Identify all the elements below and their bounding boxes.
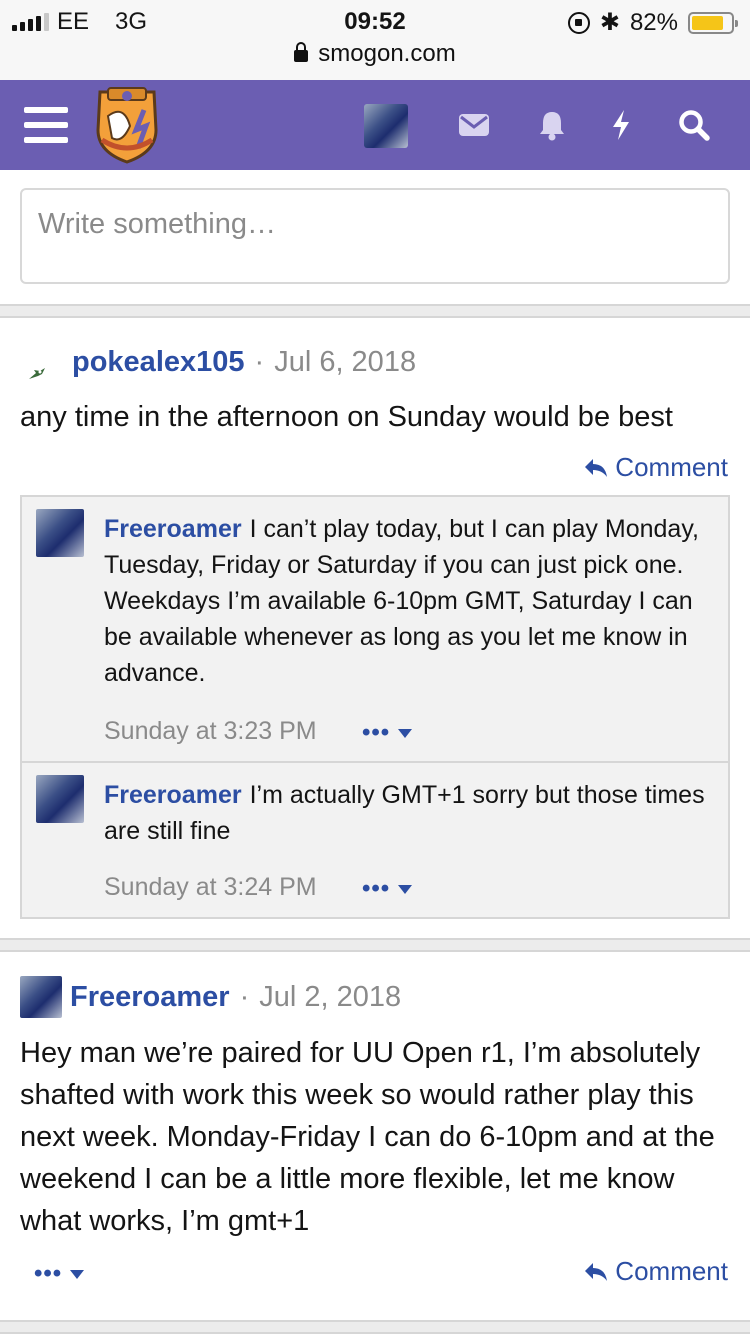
comment-avatar[interactable]: [36, 775, 84, 823]
post-header: pokealex105 · Jul 6, 2018: [20, 346, 416, 379]
top-nav: [0, 80, 750, 170]
reply-icon: [585, 458, 608, 477]
chevron-down-icon: [398, 884, 413, 894]
comment-text: Freeroamer I’m actually GMT+1 sorry but t…: [104, 777, 716, 849]
battery-icon: [688, 11, 738, 34]
bell-icon[interactable]: [536, 102, 568, 148]
more-dots-icon: •••: [362, 719, 391, 746]
comment-label: Comment: [615, 1256, 728, 1286]
more-dots-icon: •••: [362, 875, 391, 902]
comment-time[interactable]: Sunday at 3:24 PM: [104, 873, 317, 902]
comment-avatar[interactable]: [36, 509, 84, 557]
more-options-button[interactable]: •••: [34, 1260, 85, 1288]
chevron-down-icon: [398, 728, 413, 738]
comment-list: Freeroamer I can’t play today, but I can …: [20, 495, 730, 919]
post-body: any time in the afternoon on Sunday woul…: [20, 401, 673, 433]
search-icon[interactable]: [674, 102, 714, 148]
compose-area: Write something…: [0, 170, 750, 306]
comment-text: Freeroamer I can’t play today, but I can …: [104, 511, 716, 691]
status-bar: EE 3G 09:52 ✱ 82% smogon.com: [0, 0, 750, 80]
comment-button[interactable]: Comment: [583, 452, 728, 483]
chevron-down-icon: [70, 1269, 85, 1279]
comment-label: Comment: [615, 452, 728, 482]
post-date[interactable]: Jul 6, 2018: [274, 346, 416, 379]
post-date[interactable]: Jul 2, 2018: [259, 981, 401, 1014]
profile-post: Freeroamer · Jul 2, 2018 Hey man we’re p…: [0, 954, 750, 1320]
comment-item: Freeroamer I can’t play today, but I can …: [22, 497, 728, 759]
reply-icon: [585, 1262, 608, 1281]
more-options-button[interactable]: •••: [362, 719, 413, 747]
comment-time[interactable]: Sunday at 3:23 PM: [104, 717, 317, 746]
padlock-icon: [294, 42, 309, 62]
envelope-icon[interactable]: [456, 102, 492, 148]
post-separator: ·: [239, 980, 250, 1013]
section-divider: [0, 304, 750, 318]
more-dots-icon: •••: [34, 1260, 63, 1287]
bluetooth-icon: ✱: [599, 9, 620, 36]
user-avatar[interactable]: [364, 104, 408, 148]
battery-percent: 82%: [629, 8, 678, 36]
author-avatar-icon[interactable]: [28, 356, 46, 379]
comment-item: Freeroamer I’m actually GMT+1 sorry but t…: [22, 763, 728, 919]
url-bar[interactable]: smogon.com: [0, 40, 750, 68]
comment-author[interactable]: Freeroamer: [104, 515, 242, 543]
hamburger-icon[interactable]: [24, 107, 68, 143]
status-right: ✱ 82%: [567, 8, 738, 37]
post-author[interactable]: pokealex105: [72, 346, 245, 379]
post-author[interactable]: Freeroamer: [70, 981, 230, 1014]
author-avatar[interactable]: [20, 976, 62, 1018]
comment-button[interactable]: Comment: [583, 1256, 728, 1287]
post-body: Hey man we’re paired for UU Open r1, I’m…: [20, 1037, 715, 1237]
post-separator: ·: [254, 346, 265, 378]
post-header: Freeroamer · Jul 2, 2018: [20, 976, 401, 1018]
bolt-icon[interactable]: [606, 102, 636, 148]
comment-author[interactable]: Freeroamer: [104, 781, 242, 809]
compose-input[interactable]: Write something…: [20, 188, 730, 284]
url-text: smogon.com: [318, 40, 456, 67]
more-options-button[interactable]: •••: [362, 875, 413, 903]
section-divider: [0, 1320, 750, 1334]
smogon-logo[interactable]: [94, 86, 160, 164]
rotation-lock-icon: [567, 11, 590, 34]
section-divider: [0, 938, 750, 952]
